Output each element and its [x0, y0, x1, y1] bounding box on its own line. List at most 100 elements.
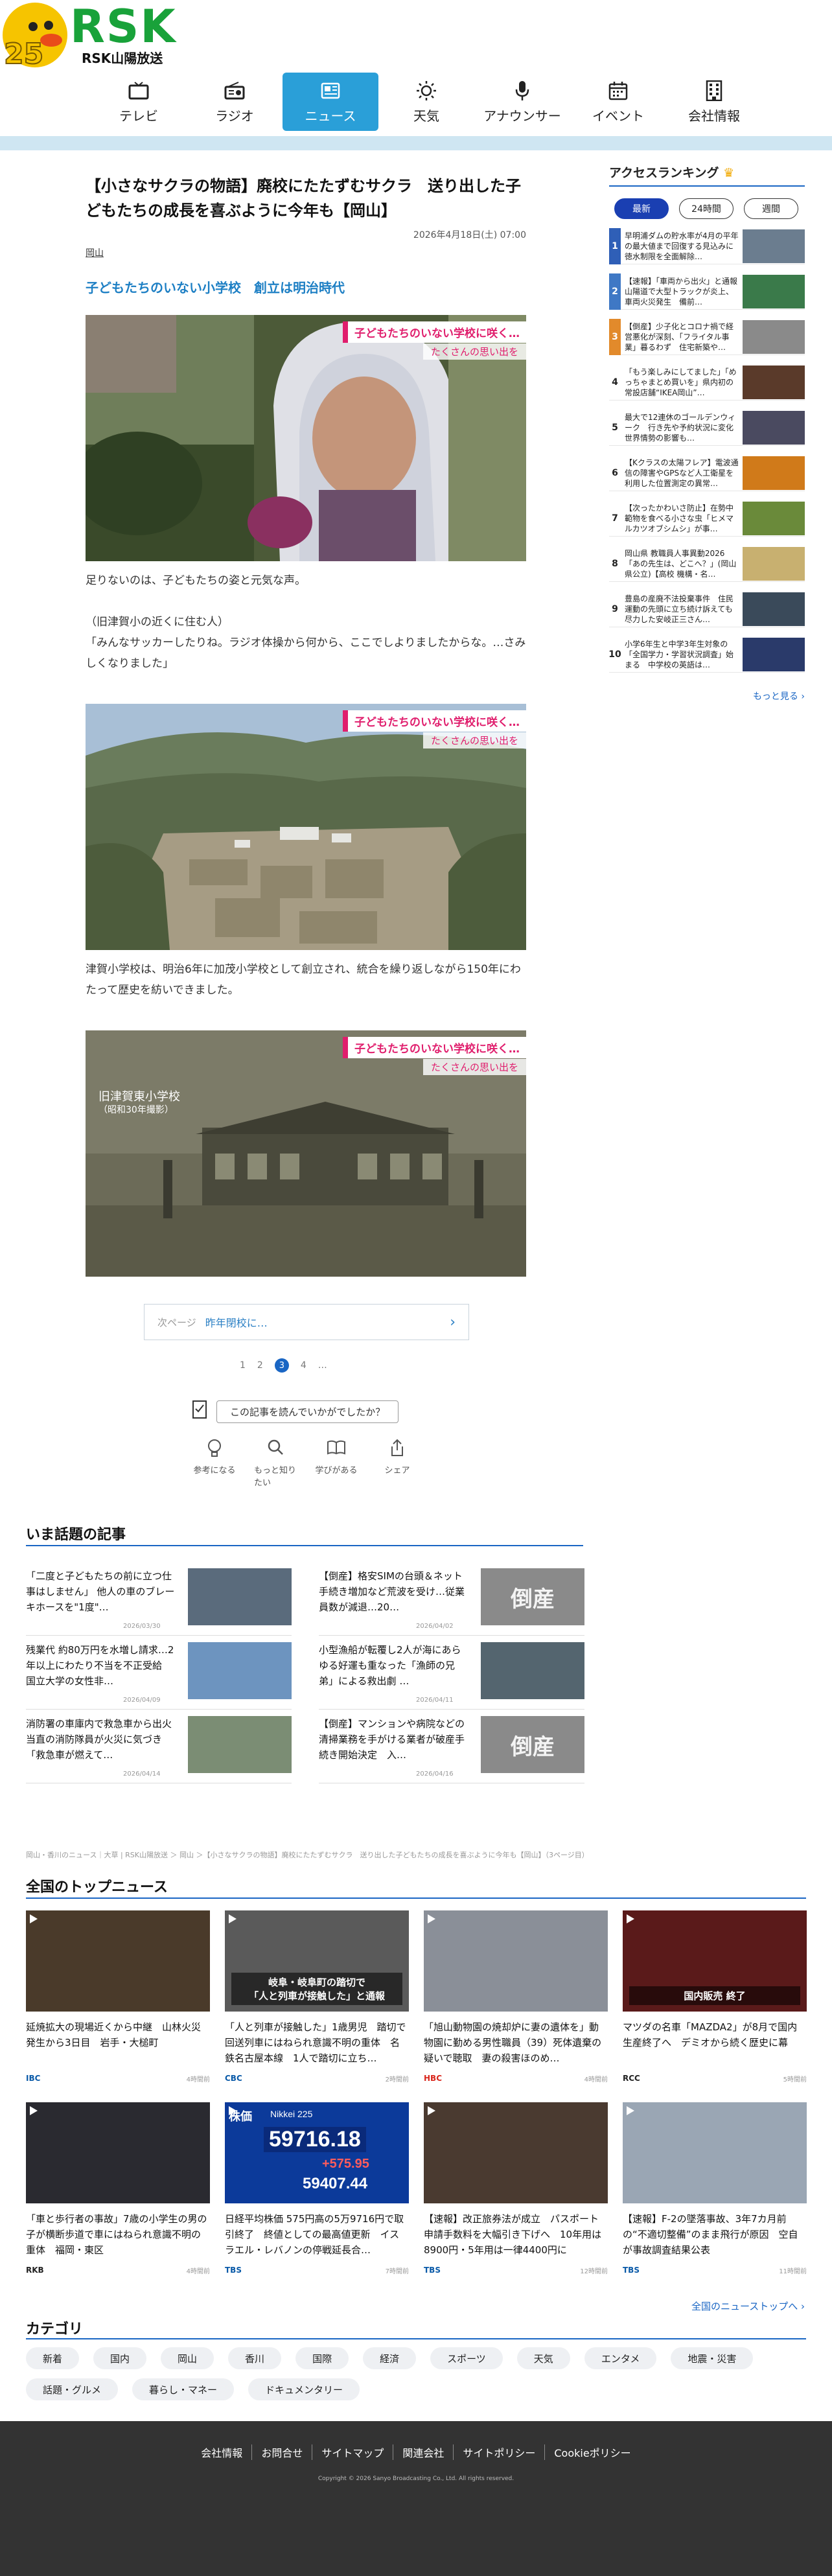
tab-latest[interactable]: 最新 — [614, 198, 669, 219]
national-news-item[interactable]: 岐阜・岐阜町の踏切で 「人と列車が接触した」と通報 「人と列車が接触した」1歳男… — [225, 1910, 409, 2105]
trending-date: 2026/04/14 — [123, 1770, 161, 1778]
trending-item[interactable]: 消防署の車庫内で救急車から出火 当直の消防隊員が火災に気づき「救急車が燃えて… … — [26, 1716, 292, 1783]
ranking-item[interactable]: 2 【速報】「車両から出火」と通報 山陽道で大型トラックが炎上、車両火災発生 備… — [609, 273, 805, 310]
national-thumbnail: 岐阜・岐阜町の踏切で 「人と列車が接触した」と通報 — [225, 1910, 409, 2012]
category-chip[interactable]: 地震・災害 — [671, 2347, 754, 2369]
nav-item-event[interactable]: イベント — [570, 73, 666, 131]
national-news-item[interactable]: 【速報】改正旅券法が成立 パスポート申請手数料を大幅引き下げへ 10年用は890… — [424, 2102, 608, 2297]
category-chip[interactable]: スポーツ — [430, 2347, 503, 2369]
footer-link[interactable]: お問合せ — [251, 2444, 312, 2460]
category-chip[interactable]: 暮らし・マネー — [132, 2378, 235, 2400]
trending-item[interactable]: 【倒産】格安SIMの台頭＆ネット手続き増加など荒波を受け…従業員数が減退…20…… — [319, 1568, 584, 1636]
footer-link[interactable]: サイトマップ — [312, 2444, 393, 2460]
nav-item-company[interactable]: 会社情報 — [666, 73, 762, 131]
category-chip[interactable]: 香川 — [228, 2347, 282, 2369]
ranking-item[interactable]: 3 【倒産】少子化とコロナ禍で経営悪化が深刻、「フライタル事業」暮るわず 住宅新… — [609, 318, 805, 355]
ranking-title: 豊島の産廃不法投棄事件 住民運動の先頭に立ち続け訴えても尽力した安岐正三さん… — [625, 594, 734, 624]
trending-item[interactable]: 「二度と子どもたちの前に立つ仕事はしません」 他人の車のブレーキホースを"1度"… — [26, 1568, 292, 1636]
footer-link[interactable]: Cookieポリシー — [544, 2444, 640, 2460]
nav-item-announcer[interactable]: アナウンサー — [474, 73, 570, 131]
nav-item-radio[interactable]: ラジオ — [187, 73, 283, 131]
national-news-item[interactable]: 【速報】F-2の墜落事故、3年7カ月前の“不適切整備”のまま飛行が原因 空自が事… — [623, 2102, 807, 2297]
ranking-item[interactable]: 5 最大で12連休のゴールデンウィーク 行き先や予約状況に変化 世界情勢の影響も… — [609, 410, 805, 446]
ranking-item[interactable]: 9 豊島の産廃不法投棄事件 住民運動の先頭に立ち続け訴えても尽力した安岐正三さん… — [609, 591, 805, 627]
footer-link[interactable]: サイトポリシー — [453, 2444, 544, 2460]
ranking-title: 【次ったかわいさ防止】在勢中範物を食べる小さな虫「ヒメマルカツオブシムシ」が事… — [625, 503, 734, 533]
page-link[interactable]: 1 — [240, 1360, 246, 1371]
ranking-number: 6 — [612, 467, 618, 478]
article-paragraph: （旧津賀小の近くに住む人） 「みんなサッカーしたりね。ラジオ体操から何から、ここ… — [86, 616, 526, 670]
ranking-item[interactable]: 8 岡山県 教職員人事異動2026「あの先生は、どこへ？」(岡山県公立)【高校 … — [609, 546, 805, 582]
ranking-title: 【倒産】少子化とコロナ禍で経営悪化が深刻、「フライタル事業」暮るわず 住宅新築や… — [625, 321, 734, 352]
page-link[interactable]: 2 — [257, 1360, 263, 1371]
crown-icon: ♛ — [723, 166, 735, 180]
national-news-item[interactable]: 株価 Nikkei 225 59716.18 +575.95 59407.44 … — [225, 2102, 409, 2297]
national-news-item[interactable]: 「旭山動物園の焼却炉に妻の遺体を」動物園に勤める男性職員（39）死体遺棄の疑いで… — [424, 1910, 608, 2105]
reaction-more-button[interactable]: もっと知りたい — [254, 1439, 297, 1488]
category-chip[interactable]: 国内 — [93, 2347, 147, 2369]
national-thumbnail — [26, 2102, 210, 2203]
category-chip[interactable]: 経済 — [363, 2347, 417, 2369]
national-news-item[interactable]: 「車と歩行者の事故」7歳の小学生の男の子が横断歩道で車にはねられ意識不明の重体 … — [26, 2102, 210, 2297]
national-news-item[interactable]: 国内販売 終了 マツダの名車「MAZDA2」が8月で国内生産終了へ デミオから続… — [623, 1910, 807, 2105]
trending-date: 2026/04/11 — [416, 1697, 454, 1704]
trending-title: 小型漁船が転覆し2人が海にあらゆる好運も重なった「漁師の兄弟」による救出劇 … — [319, 1644, 461, 1687]
ranking-number: 10 — [608, 649, 621, 660]
category-chip[interactable]: 新着 — [26, 2347, 80, 2369]
breadcrumb: 岡山・香川のニュース｜大草 | RSK山陽放送 ＞ 岡山 ＞【小さなサクラの物語… — [26, 1851, 589, 1859]
category-chip[interactable]: 国際 — [295, 2347, 349, 2369]
category-chip[interactable]: 天気 — [516, 2347, 570, 2369]
national-date: 12時間前 — [580, 2268, 608, 2275]
ranking-thumbnail — [743, 456, 805, 490]
national-thumbnail — [26, 1910, 210, 2012]
category-chip[interactable]: 話題・グルメ — [26, 2378, 119, 2400]
calendar-icon — [607, 80, 629, 102]
tab-weekly[interactable]: 週間 — [744, 198, 798, 219]
tab-24h[interactable]: 24時間 — [679, 198, 734, 219]
ranking-title: 「もう楽しみにしてました」「めっちゃまとめ買いを」県内初の常設店舗“IKEA岡山… — [625, 367, 737, 397]
national-source: TBS — [424, 2266, 441, 2275]
nav-item-news[interactable]: ニュース — [283, 73, 378, 131]
ranking-number: 5 — [612, 422, 618, 433]
ranking-more-link[interactable]: もっと見る › — [753, 690, 805, 702]
page-link[interactable]: 4 — [301, 1360, 306, 1371]
nav-label: イベント — [592, 108, 644, 124]
nav-label: ラジオ — [215, 108, 254, 124]
category-chip[interactable]: エンタメ — [584, 2347, 657, 2369]
next-page-link[interactable]: 次ページ 昨年閉校に… › — [144, 1304, 469, 1340]
nav-item-weather[interactable]: 天気 — [378, 73, 474, 131]
category-divider — [26, 2338, 806, 2339]
ranking-thumbnail — [743, 319, 805, 354]
article-category-link[interactable]: 岡山 — [86, 246, 104, 259]
ranking-item[interactable]: 6 【Kクラスの太陽フレア】電波通信の障害やGPSなど人工衛星を利用した位置測定… — [609, 455, 805, 491]
national-news-item[interactable]: 延焼拡大の現場近くから中継 山林火災発生から3日目 岩手・大槌町 IBC 4時間… — [26, 1910, 210, 2105]
reaction-learn-button[interactable]: 学びがある — [315, 1439, 358, 1488]
article-photo-1: 子どもたちのいない学校に咲く… たくさんの思い出を — [86, 315, 526, 561]
site-logo[interactable]: 25 RSK RSK山陽放送 — [0, 0, 181, 71]
trending-item[interactable]: 【倒産】マンションや病院などの清掃業務を手がける業者が破産手続き開始決定 入… … — [319, 1716, 584, 1783]
trending-thumbnail: 倒産 — [481, 1716, 584, 1773]
ranking-item[interactable]: 4 「もう楽しみにしてました」「めっちゃまとめ買いを」県内初の常設店舗“IKEA… — [609, 364, 805, 400]
footer-link[interactable]: 関連会社 — [393, 2444, 453, 2460]
trending-thumbnail — [188, 1716, 292, 1773]
category-list: 新着 国内 岡山 香川 国際 経済 スポーツ 天気 エンタメ 地震・災害話題・グルメ 暮らし・マネー… — [26, 2347, 778, 2400]
national-more-link[interactable]: 全国のニューストップへ › — [691, 2299, 805, 2313]
reaction-helpful-button[interactable]: 参考になる — [193, 1439, 236, 1488]
trending-item[interactable]: 残業代 約80万円を水増し請求…2年以上にわたり不当を不正受給 国立大学の女性非… — [26, 1642, 292, 1710]
photo-label: （昭和30年撮影） — [98, 1105, 174, 1115]
category-chip[interactable]: 岡山 — [161, 2347, 214, 2369]
site-footer: 会社情報 お問合せ サイトマップ 関連会社 サイトポリシー Cookieポリシー Copy… — [0, 2421, 832, 2576]
share-button[interactable]: シェア — [376, 1439, 419, 1488]
category-chip[interactable]: ドキュメンタリー — [248, 2378, 360, 2400]
page-link-current[interactable]: 3 — [274, 1358, 289, 1373]
logo-subtitle: RSK山陽放送 — [82, 51, 163, 66]
ranking-item[interactable]: 1 早明浦ダムの貯水率が4月の平年の最大値まで回復する見込みに 徳水制限を全面解… — [609, 227, 805, 264]
ranking-number: 7 — [612, 513, 618, 524]
ranking-item[interactable]: 7 【次ったかわいさ防止】在勢中範物を食べる小さな虫「ヒメマルカツオブシムシ」が… — [609, 500, 805, 537]
trending-item[interactable]: 小型漁船が転覆し2人が海にあらゆる好運も重なった「漁師の兄弟」による救出劇 … … — [319, 1642, 584, 1710]
footer-link[interactable]: 会社情報 — [192, 2444, 251, 2460]
nav-item-tv[interactable]: テレビ — [91, 73, 187, 131]
article-subheading: 子どもたちのいない小学校 創立は明治時代 — [86, 280, 345, 296]
ranking-item[interactable]: 10 小学6年生と中学3年生対象の「全国学力・学習状況調査」始まる 中学校の英語… — [608, 636, 805, 673]
national-date: 4時間前 — [186, 2268, 210, 2275]
